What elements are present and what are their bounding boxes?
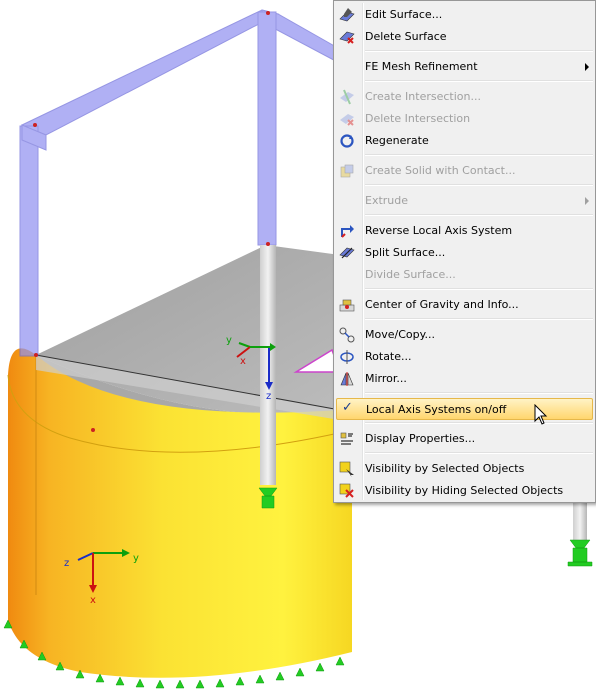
axis-label-y-top: y xyxy=(226,335,232,346)
delete-surface-icon xyxy=(339,31,355,44)
rotate-icon xyxy=(340,350,354,364)
menu-item-center-of-gravity[interactable]: Center of Gravity and Info... xyxy=(336,294,593,316)
mouse-cursor-icon xyxy=(534,404,548,425)
menu-item-label: Extrude xyxy=(365,194,409,207)
create-intersection-icon xyxy=(340,89,354,105)
axis-label-x-top: x xyxy=(240,356,246,367)
menu-item-label: Mirror... xyxy=(365,372,407,385)
menu-separator xyxy=(365,422,593,424)
menu-item-split-surface[interactable]: Split Surface... xyxy=(336,242,593,264)
menu-item-mirror[interactable]: Mirror... xyxy=(336,368,593,390)
menu-item-label: Display Properties... xyxy=(365,432,476,445)
menu-item-label: Visibility by Hiding Selected Objects xyxy=(365,484,564,497)
menu-item-label: Local Axis Systems on/off xyxy=(366,403,507,416)
menu-item-reverse-local-axis[interactable]: Reverse Local Axis System xyxy=(336,220,593,242)
create-solid-icon xyxy=(340,164,354,178)
menu-item-label: Reverse Local Axis System xyxy=(365,224,513,237)
visibility-hiding-icon xyxy=(339,483,354,498)
menu-item-create-solid[interactable]: Create Solid with Contact... xyxy=(336,160,593,182)
menu-item-label: Move/Copy... xyxy=(365,328,436,341)
menu-separator xyxy=(365,288,593,290)
reverse-axis-icon xyxy=(341,225,354,238)
visibility-selected-icon xyxy=(339,461,354,477)
menu-item-extrude[interactable]: Extrude xyxy=(336,190,593,212)
menu-item-visibility-selected[interactable]: Visibility by Selected Objects xyxy=(336,458,593,480)
menu-item-move-copy[interactable]: Move/Copy... xyxy=(336,324,593,346)
menu-item-label: Create Solid with Contact... xyxy=(365,164,516,177)
split-surface-icon xyxy=(339,247,355,259)
menu-separator xyxy=(365,50,593,52)
display-properties-icon xyxy=(340,432,353,445)
menu-separator xyxy=(365,214,593,216)
menu-item-label: Delete Intersection xyxy=(365,112,471,125)
menu-item-label: FE Mesh Refinement xyxy=(365,60,478,73)
context-menu: Edit Surface... Delete Surface FE Mesh R… xyxy=(333,0,596,503)
checkmark-icon: ✓ xyxy=(342,400,353,415)
menu-separator xyxy=(365,154,593,156)
menu-item-fe-mesh-refinement[interactable]: FE Mesh Refinement xyxy=(336,56,593,78)
axis-label-z-wall: z xyxy=(64,558,69,569)
menu-item-label: Center of Gravity and Info... xyxy=(365,298,519,311)
menu-item-label: Edit Surface... xyxy=(365,8,443,21)
menu-item-label: Delete Surface xyxy=(365,30,447,43)
menu-item-rotate[interactable]: Rotate... xyxy=(336,346,593,368)
menu-item-edit-surface[interactable]: Edit Surface... xyxy=(336,4,593,26)
menu-item-label: Rotate... xyxy=(365,350,412,363)
menu-item-local-axis-systems[interactable]: ✓ Local Axis Systems on/off xyxy=(336,398,593,420)
menu-item-label: Regenerate xyxy=(365,134,429,147)
menu-item-label: Split Surface... xyxy=(365,246,446,259)
mirror-icon xyxy=(340,372,354,386)
menu-separator xyxy=(365,318,593,320)
menu-item-visibility-hiding[interactable]: Visibility by Hiding Selected Objects xyxy=(336,480,593,502)
menu-separator xyxy=(365,80,593,82)
submenu-arrow-icon xyxy=(585,197,589,205)
menu-item-label: Visibility by Selected Objects xyxy=(365,462,525,475)
axis-label-z-top: z xyxy=(266,391,271,402)
regenerate-icon xyxy=(340,134,354,148)
submenu-arrow-icon xyxy=(585,63,589,71)
menu-separator xyxy=(365,184,593,186)
delete-intersection-icon xyxy=(340,114,354,126)
menu-separator xyxy=(365,452,593,454)
move-copy-icon xyxy=(339,327,355,343)
menu-item-regenerate[interactable]: Regenerate xyxy=(336,130,593,152)
menu-item-create-intersection[interactable]: Create Intersection... xyxy=(336,86,593,108)
axis-label-x-wall: x xyxy=(90,595,96,606)
menu-item-label: Divide Surface... xyxy=(365,268,456,281)
menu-item-display-properties[interactable]: Display Properties... xyxy=(336,428,593,450)
menu-separator xyxy=(365,392,593,394)
edit-surface-icon xyxy=(339,8,355,22)
menu-item-delete-intersection[interactable]: Delete Intersection xyxy=(336,108,593,130)
center-of-gravity-icon xyxy=(339,299,355,312)
menu-item-label: Create Intersection... xyxy=(365,90,481,103)
menu-item-divide-surface[interactable]: Divide Surface... xyxy=(336,264,593,286)
menu-item-delete-surface[interactable]: Delete Surface xyxy=(336,26,593,48)
axis-label-y-wall: y xyxy=(133,553,139,564)
